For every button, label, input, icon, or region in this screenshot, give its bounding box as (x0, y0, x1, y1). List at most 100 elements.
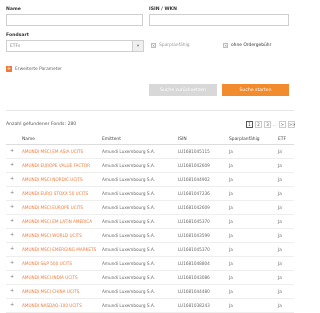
fund-name-link[interactable]: AMUNDI MSCI WORLD UCITS (22, 233, 82, 238)
table-row[interactable]: + AMUNDI MSCI INDIA UCITS Amundi Luxembour… (6, 271, 294, 285)
result-count: Anzahl gefundener Fonds: 280 (6, 122, 77, 127)
name-input[interactable] (6, 14, 143, 26)
issuer-cell: Amundi Luxembourg S.A. (102, 149, 155, 154)
isin-label: ISIN / WKN (149, 7, 177, 12)
etf-cell: Ja (278, 191, 282, 196)
savings-plan-cell: Ja (229, 303, 233, 308)
issuer-cell: Amundi Luxembourg S.A. (102, 191, 155, 196)
column-header-name[interactable]: Name (22, 137, 35, 142)
isin-cell: LU1681044480 (178, 289, 210, 294)
etf-cell: Ja (278, 163, 282, 168)
name-label: Name (6, 7, 21, 12)
reset-search-button[interactable]: Suche zurücksetzen (149, 84, 217, 96)
table-row[interactable]: + AMUNDI MSCI EM ASIA UCITS Amundi Luxembo… (6, 145, 294, 159)
issuer-cell: Amundi Luxembourg S.A. (102, 303, 155, 308)
column-header-isin[interactable]: ISIN (178, 137, 187, 142)
page-button-1[interactable]: 1 (246, 121, 253, 128)
fund-type-select[interactable]: ETFs ▾ (6, 40, 144, 52)
plus-icon[interactable]: + (6, 66, 12, 72)
fund-name-link[interactable]: AMUNDI EURO STOXX 50 UCITS (22, 191, 88, 196)
etf-cell: Ja (278, 261, 282, 266)
page-button-3[interactable]: 3 (264, 121, 271, 128)
fund-name-link[interactable]: AMUNDI MSCI INDIA UCITS (22, 275, 78, 280)
issuer-cell: Amundi Luxembourg S.A. (102, 261, 155, 266)
savings-plan-cell: Ja (229, 191, 233, 196)
etf-cell: Ja (278, 247, 282, 252)
table-row[interactable]: + AMUNDI S&P 500 UCITS Amundi Luxembourg S… (6, 257, 294, 271)
savings-plan-cell: Ja (229, 205, 233, 210)
isin-cell: LU1681045115 (178, 149, 210, 154)
table-row[interactable]: + AMUNDI MSCI EMERGING MARKETS Amundi Luxe… (6, 243, 294, 257)
fund-name-link[interactable]: AMUNDI MSCI EM LATIN AMERICA (22, 219, 92, 224)
extended-parameters-link[interactable]: Erweiterte Parameter (15, 67, 62, 72)
savings-plan-cell: Ja (229, 163, 233, 168)
expand-row-icon[interactable]: + (10, 204, 14, 210)
savings-plan-checkbox[interactable]: × (151, 43, 156, 48)
expand-row-icon[interactable]: + (10, 260, 14, 266)
etf-cell: Ja (278, 205, 282, 210)
fund-name-link[interactable]: AMUNDI MSCI CHINA UCITS (22, 289, 79, 294)
table-row[interactable]: + AMUNDI EUROPE VALUE FACTOR Amundi Luxemb… (6, 159, 294, 173)
start-search-button[interactable]: Suche starten (222, 84, 289, 96)
savings-plan-label: Sparplanfähig (159, 43, 190, 48)
fund-name-link[interactable]: AMUNDI MSCI EMERGING MARKETS (22, 247, 96, 252)
issuer-cell: Amundi Luxembourg S.A. (102, 289, 155, 294)
fund-type-value: ETFs (10, 44, 21, 49)
isin-cell: LU1681042609 (178, 205, 210, 210)
issuer-cell: Amundi Luxembourg S.A. (102, 275, 155, 280)
etf-cell: Ja (278, 233, 282, 238)
fund-name-link[interactable]: AMUNDI MSCI EM ASIA UCITS (22, 149, 83, 154)
savings-plan-cell: Ja (229, 289, 233, 294)
page-button-2[interactable]: 2 (255, 121, 262, 128)
expand-row-icon[interactable]: + (10, 190, 14, 196)
issuer-cell: Amundi Luxembourg S.A. (102, 247, 155, 252)
savings-plan-cell: Ja (229, 219, 233, 224)
table-row[interactable]: + AMUNDI MSCI EUROPE UCITS Amundi Luxembou… (6, 201, 294, 215)
fund-name-link[interactable]: AMUNDI S&P 500 UCITS (22, 261, 72, 266)
savings-plan-cell: Ja (229, 233, 233, 238)
isin-cell: LU1681048804 (178, 261, 210, 266)
expand-row-icon[interactable]: + (10, 176, 14, 182)
table-row[interactable]: + AMUNDI NASDAQ-100 UCITS Amundi Luxembour… (6, 299, 294, 313)
no-fee-checkbox[interactable]: × (223, 43, 228, 48)
fund-name-link[interactable]: AMUNDI NASDAQ-100 UCITS (22, 303, 82, 308)
section-divider (6, 110, 294, 111)
savings-plan-cell: Ja (229, 275, 233, 280)
expand-row-icon[interactable]: + (10, 288, 14, 294)
isin-cell: LU1681043086 (178, 275, 210, 280)
etf-cell: Ja (278, 303, 282, 308)
expand-row-icon[interactable]: + (10, 148, 14, 154)
issuer-cell: Amundi Luxembourg S.A. (102, 205, 155, 210)
table-row[interactable]: + AMUNDI MSCI NORDIC UCITS Amundi Luxembou… (6, 173, 294, 187)
next-page-button[interactable]: > (278, 121, 286, 128)
fund-name-link[interactable]: AMUNDI EUROPE VALUE FACTOR (22, 163, 90, 168)
isin-cell: LU1681047236 (178, 191, 210, 196)
issuer-cell: Amundi Luxembourg S.A. (102, 233, 155, 238)
expand-row-icon[interactable]: + (10, 302, 14, 308)
table-row[interactable]: + AMUNDI MSCI EM LATIN AMERICA Amundi Luxe… (6, 215, 294, 229)
fund-name-link[interactable]: AMUNDI MSCI NORDIC UCITS (22, 177, 83, 182)
fund-table-body: + AMUNDI MSCI EM ASIA UCITS Amundi Luxembo… (6, 145, 294, 313)
issuer-cell: Amundi Luxembourg S.A. (102, 177, 155, 182)
table-row[interactable]: + AMUNDI MSCI WORLD UCITS Amundi Luxembour… (6, 229, 294, 243)
last-page-button[interactable]: >> (287, 121, 296, 128)
fund-name-link[interactable]: AMUNDI MSCI EUROPE UCITS (22, 205, 83, 210)
column-header-etf[interactable]: ETF (278, 137, 286, 142)
isin-input[interactable] (149, 14, 289, 26)
isin-cell: LU1681043599 (178, 233, 210, 238)
expand-row-icon[interactable]: + (10, 246, 14, 252)
expand-row-icon[interactable]: + (10, 218, 14, 224)
etf-cell: Ja (278, 275, 282, 280)
savings-plan-cell: Ja (229, 261, 233, 266)
isin-cell: LU1681042609 (178, 163, 210, 168)
expand-row-icon[interactable]: + (10, 162, 14, 168)
column-header-issuer[interactable]: Emittent (102, 137, 121, 142)
savings-plan-cell: Ja (229, 247, 233, 252)
expand-row-icon[interactable]: + (10, 274, 14, 280)
table-row[interactable]: + AMUNDI EURO STOXX 50 UCITS Amundi Luxemb… (6, 187, 294, 201)
table-row[interactable]: + AMUNDI MSCI CHINA UCITS Amundi Luxembour… (6, 285, 294, 299)
no-fee-label: ohne Ordergebühr (231, 43, 272, 48)
expand-row-icon[interactable]: + (10, 232, 14, 238)
savings-plan-cell: Ja (229, 149, 233, 154)
column-header-savings-plan[interactable]: Sparplanfähig (229, 137, 260, 142)
